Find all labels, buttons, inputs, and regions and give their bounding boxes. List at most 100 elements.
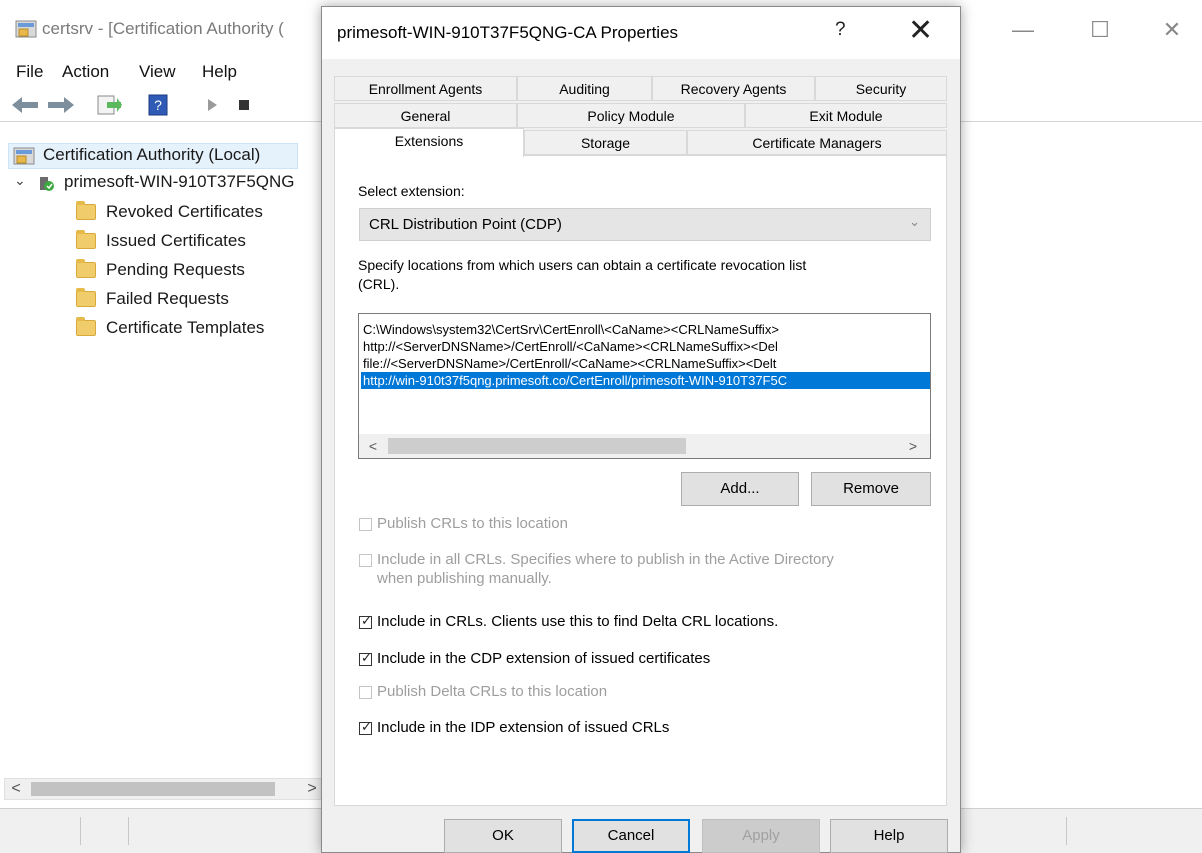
include-in-cdp-checkbox[interactable]: ✓ Include in the CDP extension of issued… xyxy=(359,650,919,672)
properties-dialog: primesoft-WIN-910T37F5QNG-CA Properties … xyxy=(321,6,961,853)
checkbox-box xyxy=(359,554,372,567)
include-in-crls-checkbox[interactable]: ✓ Include in CRLs. Clients use this to f… xyxy=(359,613,919,635)
tree-root-label: Certification Authority (Local) xyxy=(43,145,261,164)
stop-service-icon[interactable] xyxy=(237,94,253,116)
list-item[interactable]: file://<ServerDNSName>/CertEnroll/<CaNam… xyxy=(363,355,776,372)
extension-select[interactable]: CRL Distribution Point (CDP) ⌄ xyxy=(359,208,931,241)
status-separator xyxy=(1066,817,1067,845)
checkbox-box: ✓ xyxy=(359,613,372,629)
checkbox-label: Publish Delta CRLs to this location xyxy=(377,683,608,700)
chevron-down-icon[interactable]: ⌄ xyxy=(14,172,26,189)
tree-root[interactable]: Certification Authority (Local) xyxy=(8,143,298,169)
forward-icon[interactable] xyxy=(46,94,76,116)
tree-item-label: Certificate Templates xyxy=(106,318,265,337)
tree-item-label: Pending Requests xyxy=(106,260,245,279)
close-icon[interactable]: ✕ xyxy=(1152,15,1192,45)
dialog-title-bar: primesoft-WIN-910T37F5QNG-CA Properties … xyxy=(322,7,960,59)
extension-select-value: CRL Distribution Point (CDP) xyxy=(369,216,562,233)
cancel-button[interactable]: Cancel xyxy=(572,819,690,853)
export-list-icon[interactable] xyxy=(95,94,123,116)
tree-item-issued[interactable]: Issued Certificates xyxy=(76,230,316,256)
checkbox-label-line-2: when publishing manually. xyxy=(377,570,552,587)
tree-item-templates[interactable]: Certificate Templates xyxy=(76,317,316,343)
publish-crls-checkbox[interactable]: Publish CRLs to this location xyxy=(359,515,759,537)
tab-security[interactable]: Security xyxy=(815,76,947,101)
mmc-title: certsrv - [Certification Authority ( xyxy=(42,19,284,38)
start-service-icon[interactable] xyxy=(205,94,221,116)
folder-icon xyxy=(76,201,96,220)
checkbox-box xyxy=(359,686,372,699)
tab-general[interactable]: General xyxy=(334,103,517,128)
tree-item-failed[interactable]: Failed Requests xyxy=(76,288,316,314)
checkbox-box xyxy=(359,518,372,531)
tab-auditing[interactable]: Auditing xyxy=(517,76,652,101)
list-item[interactable]: C:\Windows\system32\CertSrv\CertEnroll\<… xyxy=(363,321,779,338)
maximize-icon[interactable]: ☐ xyxy=(1080,15,1120,45)
apply-button[interactable]: Apply xyxy=(702,819,820,853)
tab-storage[interactable]: Storage xyxy=(524,130,687,155)
dialog-title: primesoft-WIN-910T37F5QNG-CA Properties xyxy=(337,23,679,42)
tab-exit-module[interactable]: Exit Module xyxy=(745,103,947,128)
ok-button[interactable]: OK xyxy=(444,819,562,853)
checkbox-label: Include in all CRLs. Specifies where to … xyxy=(377,551,834,568)
tree-item-revoked[interactable]: Revoked Certificates xyxy=(76,201,316,227)
tree-item-pending[interactable]: Pending Requests xyxy=(76,259,316,285)
include-in-idp-checkbox[interactable]: ✓ Include in the IDP extension of issued… xyxy=(359,719,919,741)
list-item[interactable]: http://<ServerDNSName>/CertEnroll/<CaNam… xyxy=(363,338,778,355)
list-horizontal-scrollbar[interactable]: < > xyxy=(359,434,930,458)
menu-view[interactable]: View xyxy=(139,62,176,82)
folder-icon xyxy=(76,317,96,336)
include-all-crls-checkbox[interactable]: Include in all CRLs. Specifies where to … xyxy=(359,551,919,591)
scroll-right-icon[interactable]: > xyxy=(301,779,323,799)
checkbox-box: ✓ xyxy=(359,650,372,666)
console-tree: Certification Authority (Local) ⌄ primes… xyxy=(0,140,330,780)
list-item-selected[interactable]: http://win-910t37f5qng.primesoft.co/Cert… xyxy=(361,372,930,389)
tab-enrollment-agents[interactable]: Enrollment Agents xyxy=(334,76,517,101)
publish-delta-crls-checkbox[interactable]: Publish Delta CRLs to this location xyxy=(359,683,919,705)
chevron-down-icon: ⌄ xyxy=(909,214,920,229)
svg-text:?: ? xyxy=(154,97,162,113)
checkbox-label: Publish CRLs to this location xyxy=(377,515,568,532)
tab-extensions[interactable]: Extensions xyxy=(334,128,524,157)
folder-icon xyxy=(76,288,96,307)
checkbox-label: Include in the CDP extension of issued c… xyxy=(377,650,711,667)
add-button[interactable]: Add... xyxy=(681,472,799,506)
certsrv-app-icon xyxy=(15,20,37,38)
description-line-1: Specify locations from which users can o… xyxy=(358,257,807,273)
menu-help[interactable]: Help xyxy=(202,62,237,82)
scroll-thumb[interactable] xyxy=(31,782,275,796)
scroll-thumb[interactable] xyxy=(388,438,686,454)
checkbox-label: Include in CRLs. Clients use this to fin… xyxy=(377,613,779,630)
scroll-left-icon[interactable]: < xyxy=(5,779,27,799)
minimize-icon[interactable]: — xyxy=(1003,15,1043,45)
select-extension-label: Select extension: xyxy=(358,183,465,199)
scroll-right-icon[interactable]: > xyxy=(903,436,923,456)
tree-item-label: Issued Certificates xyxy=(106,231,246,250)
help-button[interactable]: Help xyxy=(830,819,948,853)
tab-recovery-agents[interactable]: Recovery Agents xyxy=(652,76,815,101)
menu-file[interactable]: File xyxy=(16,62,43,82)
crl-locations-list[interactable]: C:\Windows\system32\CertSrv\CertEnroll\<… xyxy=(358,313,931,459)
folder-icon xyxy=(76,230,96,249)
tree-horizontal-scrollbar[interactable]: < > xyxy=(4,778,324,800)
tab-certificate-managers[interactable]: Certificate Managers xyxy=(687,130,947,155)
help-icon[interactable]: ? xyxy=(147,94,171,116)
checkmark-icon: ✓ xyxy=(361,613,372,628)
back-icon[interactable] xyxy=(10,94,40,116)
checkbox-label: Include in the IDP extension of issued C… xyxy=(377,719,670,736)
ca-server-icon xyxy=(40,177,54,191)
scroll-left-icon[interactable]: < xyxy=(363,436,383,456)
extensions-tab-page: Select extension: CRL Distribution Point… xyxy=(334,155,947,806)
folder-icon xyxy=(76,259,96,278)
checkmark-icon: ✓ xyxy=(361,650,372,665)
status-separator xyxy=(80,817,81,845)
tree-item-label: Revoked Certificates xyxy=(106,202,263,221)
description-line-2: (CRL). xyxy=(358,276,400,292)
context-help-button[interactable]: ? xyxy=(835,19,846,41)
menu-action[interactable]: Action xyxy=(62,62,109,82)
status-separator xyxy=(128,817,129,845)
dialog-close-button[interactable]: ✕ xyxy=(908,13,933,48)
remove-button[interactable]: Remove xyxy=(811,472,931,506)
tab-policy-module[interactable]: Policy Module xyxy=(517,103,745,128)
tree-ca-node[interactable]: ⌄ primesoft-WIN-910T37F5QNG xyxy=(14,171,334,197)
